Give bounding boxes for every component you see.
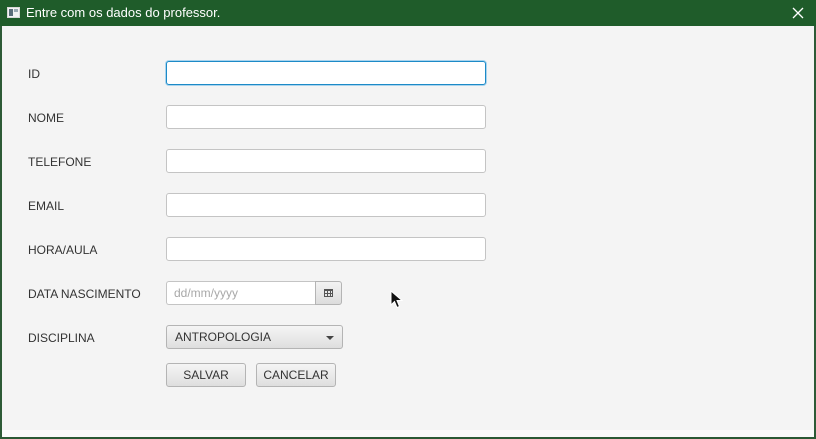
data-nascimento-field[interactable]: [166, 281, 322, 305]
title-bar[interactable]: Entre com os dados do professor.: [0, 0, 816, 26]
app-window-icon: [7, 7, 20, 18]
disciplina-selected-value: ANTROPOLOGIA: [175, 330, 272, 344]
save-button[interactable]: SALVAR: [166, 363, 246, 387]
id-field[interactable]: [166, 61, 486, 85]
disciplina-select[interactable]: ANTROPOLOGIA: [166, 325, 343, 349]
date-picker-button[interactable]: [315, 281, 342, 305]
cancel-button[interactable]: CANCELAR: [256, 363, 336, 387]
data-nascimento-label: DATA NASCIMENTO: [28, 287, 141, 301]
telefone-field[interactable]: [166, 149, 486, 173]
professor-form-dialog: ID NOME TELEFONE EMAIL HORA/AULA DATA NA…: [2, 26, 814, 437]
mouse-cursor-icon: [390, 290, 404, 309]
calendar-icon: [324, 289, 333, 297]
nome-label: NOME: [28, 111, 64, 125]
id-label: ID: [28, 67, 40, 81]
nome-field[interactable]: [166, 105, 486, 129]
telefone-label: TELEFONE: [28, 155, 92, 169]
window-title: Entre com os dados do professor.: [26, 5, 221, 20]
email-field[interactable]: [166, 193, 486, 217]
hora-aula-label: HORA/AULA: [28, 243, 98, 257]
chevron-down-icon: [326, 336, 334, 340]
disciplina-label: DISCIPLINA: [28, 331, 95, 345]
close-icon: [792, 7, 804, 19]
close-button[interactable]: [788, 3, 808, 23]
email-label: EMAIL: [28, 199, 65, 213]
hora-aula-field[interactable]: [166, 237, 486, 261]
